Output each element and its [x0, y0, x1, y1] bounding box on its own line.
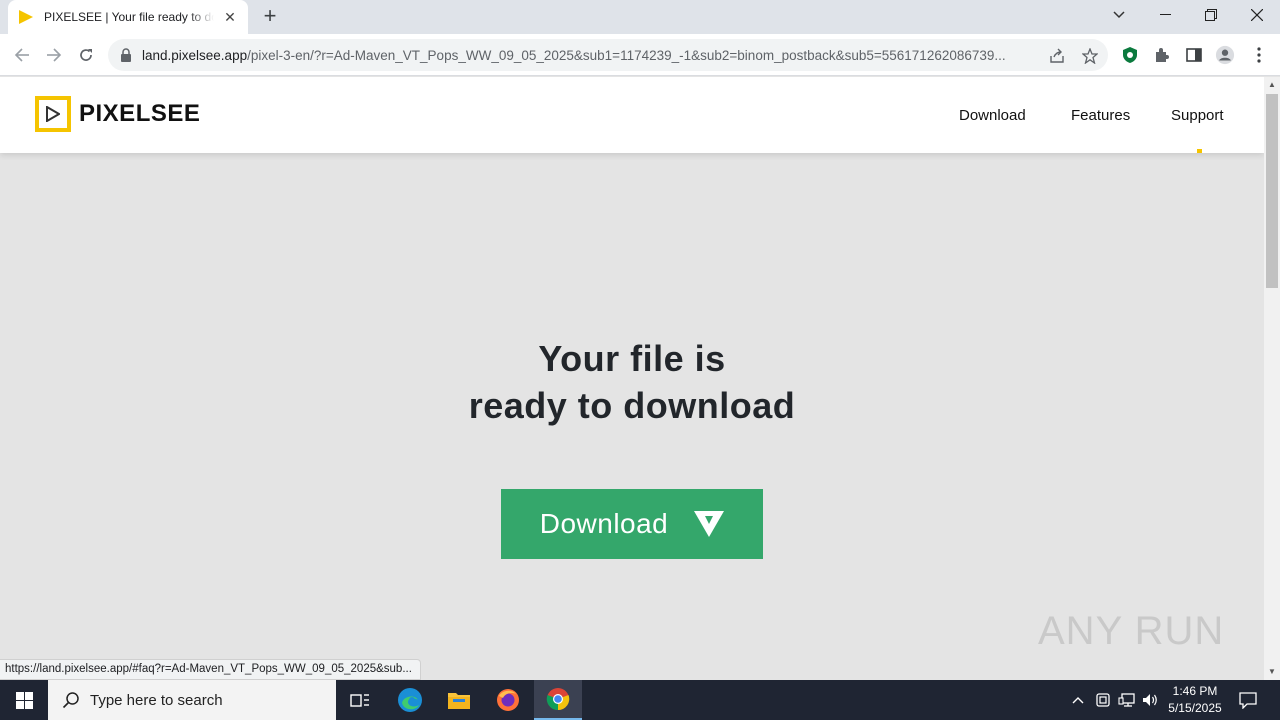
site-header: PIXELSEE Download Features Support	[0, 77, 1264, 153]
chrome-icon	[546, 688, 570, 711]
close-window-button[interactable]	[1234, 0, 1280, 30]
reload-button[interactable]	[74, 43, 98, 67]
action-center-notification-icon[interactable]	[1238, 690, 1258, 710]
pixelsee-favicon-icon	[19, 10, 33, 24]
taskbar-file-explorer-button[interactable]	[435, 680, 483, 720]
nav-download-link[interactable]: Download	[959, 107, 1026, 124]
extensions-puzzle-icon[interactable]	[1152, 45, 1172, 65]
browser-tab[interactable]: PIXELSEE | Your file ready to download ✕	[8, 0, 248, 34]
url-path: /pixel-3-en/?r=Ad-Maven_VT_Pops_WW_09_05…	[247, 47, 1006, 63]
start-button[interactable]	[0, 680, 48, 720]
share-icon[interactable]	[1048, 47, 1066, 65]
forward-arrow-icon	[47, 48, 62, 62]
taskbar-chrome-button[interactable]	[534, 680, 582, 720]
page-viewport: PIXELSEE Download Features Support Your …	[0, 77, 1264, 680]
anyrun-watermark: ANY RUN	[1038, 609, 1225, 653]
nav-support-link[interactable]: Support	[1171, 107, 1224, 124]
minimize-button[interactable]	[1142, 0, 1188, 30]
browser-toolbar: land.pixelsee.app/pixel-3-en/?r=Ad-Maven…	[0, 34, 1280, 76]
browser-menu-kebab-icon[interactable]	[1249, 45, 1269, 65]
logo-text: PIXELSEE	[79, 100, 201, 127]
task-view-icon	[350, 694, 369, 707]
windows-logo-icon	[15, 691, 33, 709]
tab-search-chevron-icon[interactable]	[1096, 0, 1142, 30]
firefox-icon	[497, 689, 519, 711]
address-bar[interactable]: land.pixelsee.app/pixel-3-en/?r=Ad-Maven…	[108, 39, 1108, 71]
forward-button[interactable]	[42, 43, 66, 67]
tray-overflow-chevron-icon[interactable]	[1068, 690, 1088, 710]
back-button[interactable]	[10, 43, 34, 67]
volume-icon[interactable]	[1141, 690, 1161, 710]
scrollbar-thumb[interactable]	[1266, 94, 1278, 288]
url-text: land.pixelsee.app/pixel-3-en/?r=Ad-Maven…	[142, 48, 1037, 63]
scroll-up-arrow-icon[interactable]: ▲	[1264, 77, 1280, 93]
new-tab-button[interactable]: +	[258, 5, 282, 29]
windows-taskbar: Type here to search 1:46 PM 5/15/2025	[0, 680, 1280, 720]
download-button[interactable]: Download	[501, 489, 763, 559]
profile-avatar-icon[interactable]	[1215, 45, 1235, 65]
pixelsee-logo[interactable]: PIXELSEE	[35, 96, 200, 132]
folder-icon	[448, 693, 470, 709]
taskbar-search-placeholder: Type here to search	[90, 691, 223, 709]
scroll-down-arrow-icon[interactable]: ▼	[1264, 664, 1280, 680]
nav-features-link[interactable]: Features	[1071, 107, 1130, 124]
lock-icon[interactable]	[120, 48, 132, 62]
taskbar-edge-button[interactable]	[386, 680, 434, 720]
taskbar-search-box[interactable]: Type here to search	[48, 680, 336, 720]
edge-browser-icon	[398, 688, 422, 712]
bookmark-star-icon[interactable]	[1081, 47, 1099, 65]
back-arrow-icon	[14, 48, 29, 62]
restore-button[interactable]	[1188, 0, 1234, 30]
taskbar-firefox-button[interactable]	[484, 680, 532, 720]
network-icon[interactable]	[1117, 690, 1137, 710]
download-arrow-icon	[694, 511, 725, 537]
nav-active-indicator	[1197, 149, 1202, 153]
url-host: land.pixelsee.app	[142, 47, 248, 63]
hero-title-line1: Your file is	[538, 338, 726, 379]
hero-title-line2: ready to download	[468, 385, 796, 426]
side-panel-icon[interactable]	[1184, 45, 1204, 65]
clock-time: 1:46 PM	[1172, 684, 1218, 698]
search-icon	[62, 692, 79, 709]
system-clock[interactable]: 1:46 PM 5/15/2025	[1160, 683, 1230, 717]
tray-device-icon[interactable]	[1093, 690, 1113, 710]
tab-title: PIXELSEE | Your file ready to download	[44, 10, 214, 24]
clock-date: 5/15/2025	[1168, 701, 1222, 715]
logo-play-icon	[35, 96, 71, 132]
shield-extension-icon[interactable]	[1120, 45, 1140, 65]
tab-close-icon[interactable]: ✕	[222, 9, 238, 25]
reload-icon	[80, 49, 92, 61]
task-view-button[interactable]	[336, 680, 384, 720]
link-status-bubble: https://land.pixelsee.app/#faq?r=Ad-Mave…	[0, 659, 421, 680]
tab-strip: PIXELSEE | Your file ready to download ✕…	[0, 0, 1280, 34]
download-button-label: Download	[539, 508, 669, 539]
hero-title: Your file is ready to download	[0, 335, 1264, 429]
